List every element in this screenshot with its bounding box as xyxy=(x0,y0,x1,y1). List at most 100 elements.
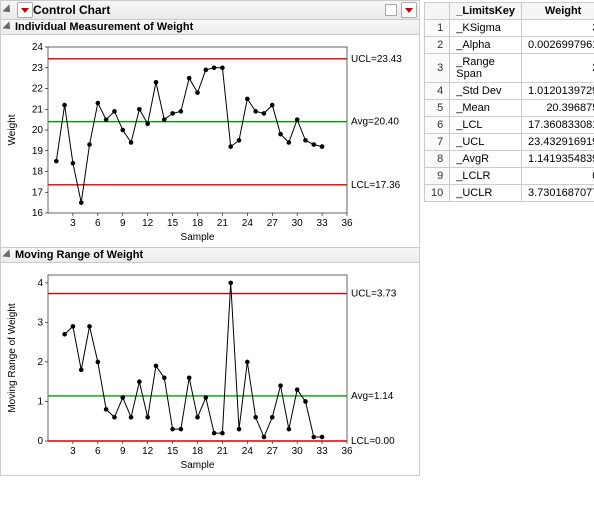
svg-text:17: 17 xyxy=(32,187,44,198)
svg-text:18: 18 xyxy=(32,167,44,178)
main-panel-header[interactable]: Control Chart xyxy=(0,0,420,20)
limits-key-cell: _LCL xyxy=(450,117,522,134)
svg-text:Weight: Weight xyxy=(7,114,18,145)
row-index: 9 xyxy=(425,168,450,185)
right-panel: _LimitsKey Weight 1_KSigma32_Alpha0.0026… xyxy=(420,0,594,521)
table-row[interactable]: 8_AvgR1.1419354839 xyxy=(425,151,594,168)
chart1-svg: 161718192021222324369121518212427303336U… xyxy=(3,39,417,243)
weight-cell: 1.1419354839 xyxy=(521,151,594,168)
svg-text:9: 9 xyxy=(120,446,126,457)
table-row[interactable]: 9_LCLR0 xyxy=(425,168,594,185)
row-index: 3 xyxy=(425,54,450,83)
row-index: 2 xyxy=(425,37,450,54)
row-index: 6 xyxy=(425,117,450,134)
svg-text:19: 19 xyxy=(32,146,44,157)
chart1-title: Individual Measurement of Weight xyxy=(15,21,193,33)
limits-key-cell: _KSigma xyxy=(450,20,522,37)
weight-cell: 0.0026997961 xyxy=(521,37,594,54)
chart1-header[interactable]: Individual Measurement of Weight xyxy=(0,20,420,35)
table-row[interactable]: 7_UCL23.432916919 xyxy=(425,134,594,151)
chart1-area: 161718192021222324369121518212427303336U… xyxy=(0,35,420,248)
main-panel-title: Control Chart xyxy=(33,3,110,17)
weight-cell: 3 xyxy=(521,20,594,37)
table-row[interactable]: 1_KSigma3 xyxy=(425,20,594,37)
chart2-svg: 01234369121518212427303336UCL=3.73Avg=1.… xyxy=(3,267,417,471)
svg-text:12: 12 xyxy=(142,218,154,229)
svg-text:21: 21 xyxy=(217,218,229,229)
limits-key-cell: _LCLR xyxy=(450,168,522,185)
svg-text:Avg=1.14: Avg=1.14 xyxy=(351,391,394,402)
svg-text:LCL=17.36: LCL=17.36 xyxy=(351,180,401,191)
svg-text:24: 24 xyxy=(32,42,44,53)
table-row[interactable]: 5_Mean20.396875 xyxy=(425,100,594,117)
limits-key-header[interactable]: _LimitsKey xyxy=(450,3,522,20)
weight-cell: 0 xyxy=(521,168,594,185)
limits-key-cell: _UCL xyxy=(450,134,522,151)
svg-text:16: 16 xyxy=(32,208,44,219)
row-index: 4 xyxy=(425,83,450,100)
svg-text:Sample: Sample xyxy=(181,232,215,243)
weight-cell: 1.0120139729 xyxy=(521,83,594,100)
svg-text:Moving Range of Weight: Moving Range of Weight xyxy=(7,303,18,413)
svg-text:24: 24 xyxy=(242,446,254,457)
svg-text:22: 22 xyxy=(32,84,44,95)
panel-menu-button[interactable] xyxy=(17,2,33,18)
chart2-area: 01234369121518212427303336UCL=3.73Avg=1.… xyxy=(0,263,420,476)
row-index: 8 xyxy=(425,151,450,168)
menu-triangle-icon xyxy=(405,8,413,13)
disclosure-icon[interactable] xyxy=(2,249,13,260)
limits-key-cell: _UCLR xyxy=(450,185,522,202)
weight-cell: 23.432916919 xyxy=(521,134,594,151)
svg-text:UCL=23.43: UCL=23.43 xyxy=(351,54,402,65)
svg-text:6: 6 xyxy=(95,218,101,229)
row-index: 7 xyxy=(425,134,450,151)
weight-header[interactable]: Weight xyxy=(521,3,594,20)
svg-text:UCL=3.73: UCL=3.73 xyxy=(351,289,397,300)
svg-text:21: 21 xyxy=(32,104,44,115)
weight-cell: 17.360833081 xyxy=(521,117,594,134)
svg-text:9: 9 xyxy=(120,218,126,229)
svg-text:Avg=20.40: Avg=20.40 xyxy=(351,117,399,128)
svg-text:LCL=0.00: LCL=0.00 xyxy=(351,436,395,447)
limits-key-cell: _Range Span xyxy=(450,54,522,83)
table-row[interactable]: 6_LCL17.360833081 xyxy=(425,117,594,134)
chart2-title: Moving Range of Weight xyxy=(15,249,143,261)
svg-text:23: 23 xyxy=(32,63,44,74)
row-index: 10 xyxy=(425,185,450,202)
svg-text:21: 21 xyxy=(217,446,229,457)
table-row[interactable]: 4_Std Dev1.0120139729 xyxy=(425,83,594,100)
limits-key-cell: _Mean xyxy=(450,100,522,117)
svg-text:Sample: Sample xyxy=(181,460,215,471)
panel-option-box[interactable] xyxy=(385,4,397,16)
svg-text:3: 3 xyxy=(70,446,76,457)
limits-key-cell: _Std Dev xyxy=(450,83,522,100)
svg-text:3: 3 xyxy=(37,317,43,328)
svg-text:36: 36 xyxy=(341,446,353,457)
table-row[interactable]: 3_Range Span2 xyxy=(425,54,594,83)
disclosure-icon[interactable] xyxy=(2,4,13,15)
svg-text:0: 0 xyxy=(37,436,43,447)
svg-text:24: 24 xyxy=(242,218,254,229)
disclosure-icon[interactable] xyxy=(2,21,13,32)
row-index-header[interactable] xyxy=(425,3,450,20)
table-row[interactable]: 10_UCLR3.7301687077 xyxy=(425,185,594,202)
svg-text:18: 18 xyxy=(192,446,204,457)
chart2-header[interactable]: Moving Range of Weight xyxy=(0,248,420,263)
limits-table: _LimitsKey Weight 1_KSigma32_Alpha0.0026… xyxy=(424,2,594,202)
svg-text:20: 20 xyxy=(32,125,44,136)
svg-text:30: 30 xyxy=(292,446,304,457)
limits-key-cell: _AvgR xyxy=(450,151,522,168)
svg-text:36: 36 xyxy=(341,218,353,229)
svg-text:33: 33 xyxy=(317,218,329,229)
row-index: 5 xyxy=(425,100,450,117)
svg-text:33: 33 xyxy=(317,446,329,457)
svg-text:27: 27 xyxy=(267,446,279,457)
svg-text:12: 12 xyxy=(142,446,154,457)
panel-menu-button-right[interactable] xyxy=(401,2,417,18)
menu-triangle-icon xyxy=(21,8,29,13)
svg-text:30: 30 xyxy=(292,218,304,229)
svg-text:27: 27 xyxy=(267,218,279,229)
svg-text:3: 3 xyxy=(70,218,76,229)
table-row[interactable]: 2_Alpha0.0026997961 xyxy=(425,37,594,54)
svg-text:15: 15 xyxy=(167,446,179,457)
